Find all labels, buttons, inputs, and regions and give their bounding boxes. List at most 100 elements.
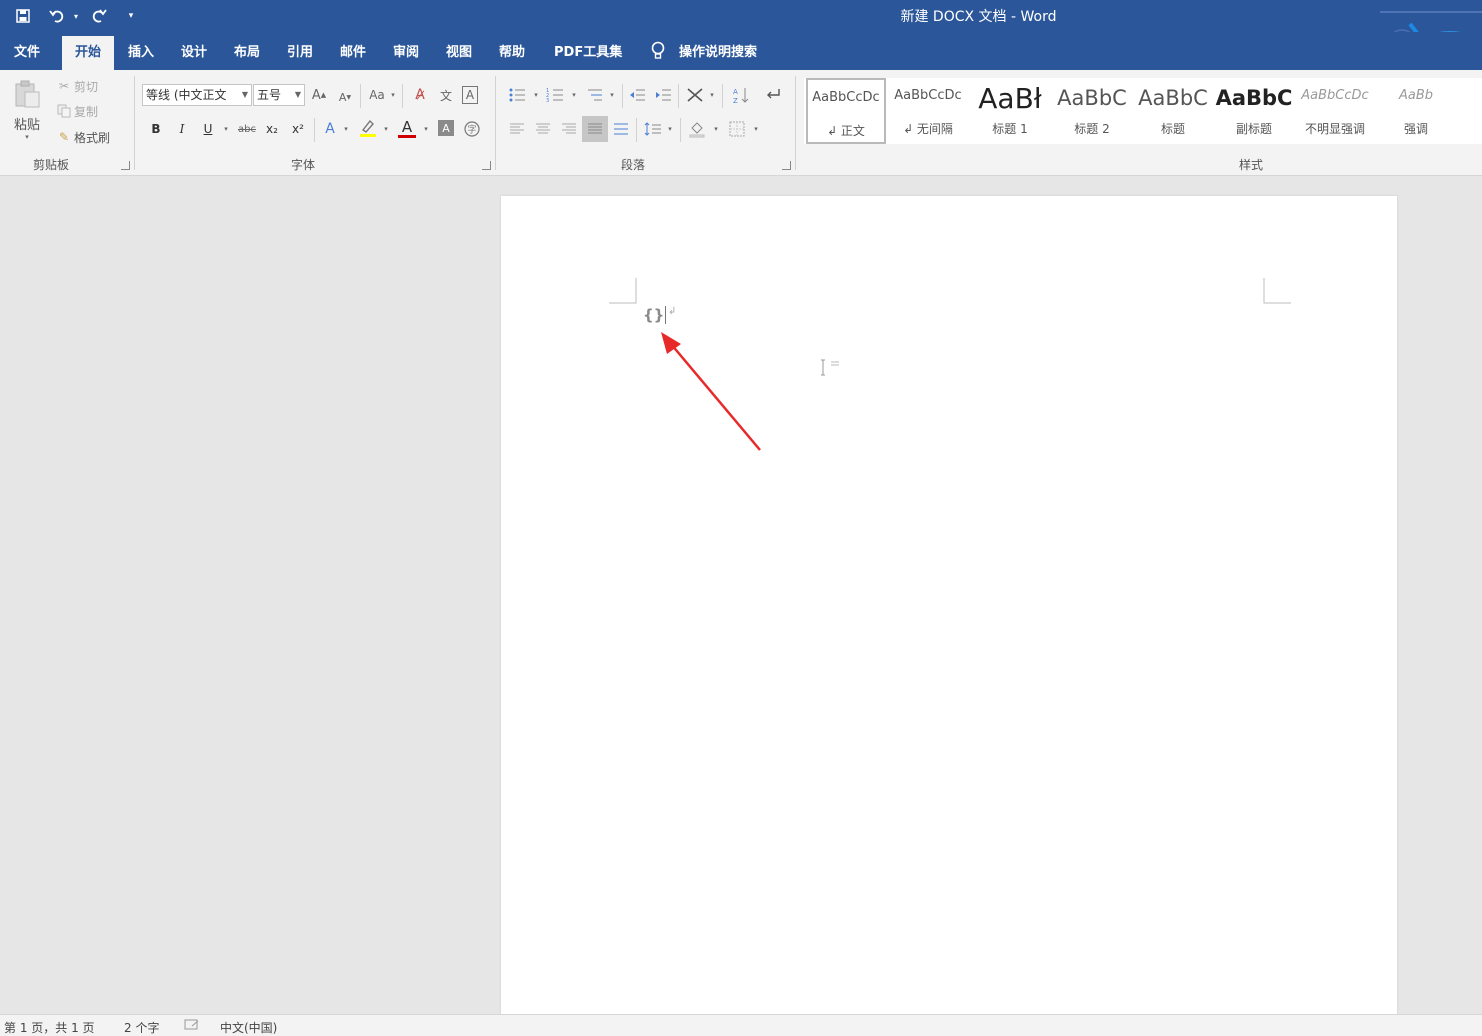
red-arrow-annotation [661, 332, 761, 451]
change-case-button[interactable]: Aa [366, 84, 388, 106]
shrink-font-button[interactable]: A ▼ [337, 86, 353, 108]
chevron-down-icon[interactable]: ▾ [606, 84, 618, 106]
align-right-icon[interactable] [558, 118, 580, 140]
field-code-marker[interactable]: {} [643, 306, 664, 324]
clipboard-launcher-icon[interactable] [121, 161, 130, 170]
grow-font-button[interactable]: A ▲ [311, 84, 327, 106]
tab-layout[interactable]: 布局 [226, 36, 268, 70]
sort-icon[interactable]: AZ [730, 84, 752, 106]
numbering-icon[interactable]: 123 [544, 84, 566, 106]
copy-button[interactable]: 复制 [74, 103, 98, 119]
paste-dropdown-icon[interactable]: ▾ [20, 132, 34, 142]
paste-icon[interactable] [12, 78, 42, 110]
phonetic-guide-icon[interactable]: 文 [436, 84, 456, 106]
tab-help[interactable]: 帮助 [491, 36, 533, 70]
tab-mailings[interactable]: 邮件 [332, 36, 374, 70]
chevron-down-icon[interactable]: ▾ [750, 118, 762, 140]
chevron-down-icon[interactable]: ▾ [530, 84, 542, 106]
shrink-font-label: A [338, 90, 347, 104]
justify-icon[interactable] [582, 116, 608, 142]
show-formatting-marks-icon[interactable] [762, 84, 784, 106]
style-subtitle[interactable]: AaBbC 副标题 [1214, 78, 1294, 144]
chevron-down-icon[interactable]: ▾ [710, 118, 722, 140]
chevron-down-icon: ▼ [241, 90, 248, 99]
style-subtle-emphasis[interactable]: AaBbCcDc 不明显强调 [1295, 78, 1375, 144]
lightbulb-icon[interactable] [650, 41, 666, 61]
tab-view[interactable]: 视图 [438, 36, 480, 70]
style-title[interactable]: AaBbC 标题 [1133, 78, 1213, 144]
cut-button[interactable]: 剪切 [74, 78, 98, 94]
tab-design[interactable]: 设计 [173, 36, 215, 70]
style-name: 强调 [1403, 122, 1428, 136]
superscript-button[interactable]: x² [288, 118, 308, 140]
font-color-bar [398, 134, 416, 138]
scissors-icon: ✂ [58, 79, 70, 93]
page-count-status[interactable]: 第 1 页，共 1 页 [4, 1019, 95, 1036]
chinese-layout-icon[interactable] [684, 84, 706, 106]
format-painter-button[interactable]: 格式刷 [74, 129, 110, 145]
enclose-characters-icon[interactable]: 字 [462, 118, 482, 140]
style-sample: AaBł [978, 82, 1042, 115]
paragraph-launcher-icon[interactable] [782, 161, 791, 170]
style-sample: AaBbCcDc [894, 88, 962, 103]
decrease-indent-icon[interactable] [626, 84, 648, 106]
multilevel-list-icon[interactable] [584, 84, 606, 106]
character-shading-button[interactable]: A [438, 120, 454, 136]
font-size-dropdown[interactable]: 五号 ▼ [253, 84, 305, 106]
chevron-down-icon[interactable]: ▾ [388, 84, 398, 106]
bullets-icon[interactable] [506, 84, 528, 106]
style-no-spacing[interactable]: AaBbCcDc ↲ 无间隔 [888, 78, 968, 144]
chevron-down-icon[interactable]: ▾ [420, 118, 432, 140]
chevron-down-icon[interactable]: ▾ [340, 118, 352, 140]
paste-button[interactable]: 粘贴 [8, 114, 46, 133]
highlight-color-icon[interactable] [356, 116, 380, 140]
clear-formatting-icon[interactable]: A̷ [410, 84, 430, 106]
font-name-dropdown[interactable]: 等线 (中文正文 ▼ [142, 84, 252, 106]
group-divider [314, 118, 315, 142]
underline-button[interactable]: U [198, 118, 218, 140]
font-group-label: 字体 [291, 158, 316, 172]
language-status[interactable]: 中文(中国) [220, 1019, 277, 1036]
paragraph-group-label: 段落 [621, 158, 646, 172]
distributed-icon[interactable] [610, 118, 632, 140]
chevron-down-icon[interactable]: ▾ [568, 84, 580, 106]
strikethrough-button[interactable]: abc [236, 118, 258, 140]
tab-pdf-tools[interactable]: PDF工具集 [546, 36, 630, 70]
font-size-value: 五号 [257, 88, 282, 102]
tell-me-search[interactable]: 操作说明搜索 [671, 36, 765, 70]
tab-home[interactable]: 开始 [62, 36, 114, 70]
tab-file[interactable]: 文件 [6, 36, 48, 70]
chevron-down-icon[interactable]: ▾ [664, 118, 676, 140]
font-launcher-icon[interactable] [482, 161, 491, 170]
document-page[interactable]: {} ↲ [501, 196, 1397, 1014]
word-count-status[interactable]: 2 个字 [124, 1019, 159, 1036]
align-left-icon[interactable] [506, 118, 528, 140]
style-emphasis[interactable]: AaBb 强调 [1376, 78, 1456, 144]
text-effects-icon[interactable]: A [320, 118, 340, 140]
align-center-icon[interactable] [532, 118, 554, 140]
style-normal[interactable]: AaBbCcDc ↲ 正文 [806, 78, 886, 144]
style-heading-1[interactable]: AaBł 标题 1 [970, 78, 1050, 144]
tab-insert[interactable]: 插入 [120, 36, 162, 70]
line-spacing-icon[interactable] [642, 118, 664, 140]
tab-references[interactable]: 引用 [279, 36, 321, 70]
shading-bucket-icon[interactable] [686, 118, 708, 140]
style-sample: AaBbC [1057, 86, 1127, 110]
group-divider [622, 84, 623, 108]
character-border-button[interactable]: A [462, 86, 478, 104]
style-heading-2[interactable]: AaBbC 标题 2 [1052, 78, 1132, 144]
italic-button[interactable]: I [172, 118, 192, 140]
tab-review[interactable]: 审阅 [385, 36, 427, 70]
group-divider [495, 76, 496, 170]
proofing-icon[interactable] [184, 1019, 200, 1031]
font-color-button[interactable]: A [396, 116, 418, 140]
subscript-button[interactable]: x₂ [262, 118, 282, 140]
bold-button[interactable]: B [146, 118, 166, 140]
svg-text:3: 3 [546, 98, 549, 103]
style-name: 标题 2 [1074, 122, 1110, 136]
chevron-down-icon[interactable]: ▾ [220, 118, 232, 140]
chevron-down-icon[interactable]: ▾ [380, 118, 392, 140]
borders-icon[interactable] [726, 118, 748, 140]
chevron-down-icon[interactable]: ▾ [706, 84, 718, 106]
increase-indent-icon[interactable] [652, 84, 674, 106]
